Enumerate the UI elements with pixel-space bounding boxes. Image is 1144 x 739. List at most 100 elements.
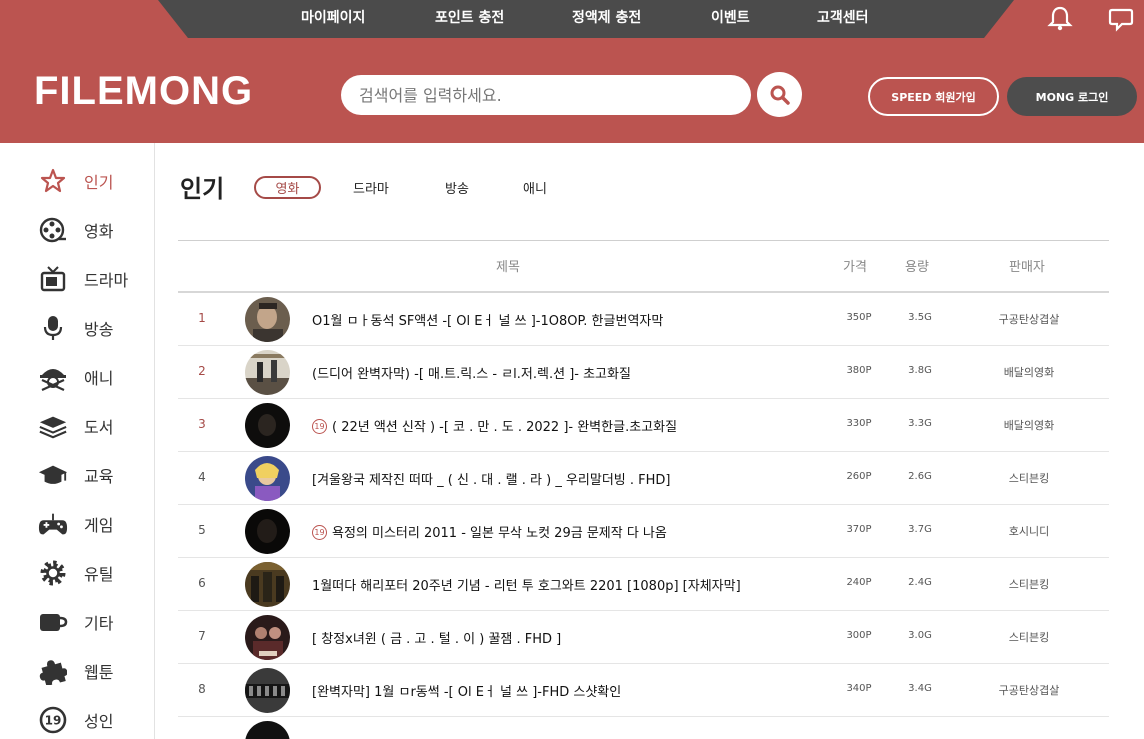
nav-customer-center[interactable]: 고객센터 [817, 7, 869, 27]
tab-broadcast[interactable]: 방송 [445, 176, 469, 199]
tab-movie[interactable]: 영화 [254, 176, 321, 199]
price: 260P [846, 471, 872, 482]
cup-icon [38, 607, 68, 637]
header: 마이페이지 포인트 충전 정액제 충전 이벤트 고객센터 FILEMONG SP… [0, 0, 1144, 143]
table-row[interactable]: 6 1월떠다 해리포터 20주년 기념 - 리턴 투 호그와트 2201 [10… [178, 558, 1109, 611]
sidebar-item-movie[interactable]: 영화 [38, 213, 148, 247]
seller[interactable]: 구공탄상겹살 [973, 311, 1085, 327]
file-title[interactable]: 1월떠다 해리포터 20주년 기념 - 리턴 투 호그와트 2201 [1080… [312, 575, 741, 594]
nav-plan-charge[interactable]: 정액제 충전 [572, 7, 641, 27]
rank: 2 [198, 364, 206, 378]
mong-login-button[interactable]: MONG 로그인 [1007, 77, 1137, 116]
table-row[interactable]: 5 19 욕정의 미스터리 2011 - 일본 무삭 노컷 29금 문제작 다 나… [178, 505, 1109, 558]
price: 240P [846, 577, 872, 588]
graduation-cap-icon [38, 460, 68, 490]
rank: 4 [198, 470, 206, 484]
gamepad-icon [38, 509, 68, 539]
file-size: 2.6G [908, 471, 932, 482]
sidebar-item-label: 성인 [84, 712, 114, 731]
puzzle-icon [38, 656, 68, 686]
table-row[interactable]: 1 O1월 ㅁㅏ동석 SF액션 -[ Ol Eㅓ 널 쓰 ]-1O8OP. 한글… [178, 293, 1109, 346]
sidebar-item-books[interactable]: 도서 [38, 409, 148, 443]
tab-anime[interactable]: 애니 [523, 176, 547, 199]
search-button[interactable] [757, 72, 802, 117]
table-row[interactable]: 7 [ 창정x녀윈 ( 금 . 고 . 털 . 이 ) 꿀잼 . FHD ] 3… [178, 611, 1109, 664]
sidebar-item-education[interactable]: 교육 [38, 458, 148, 492]
table-top-border [178, 240, 1109, 241]
file-size: 3.5G [908, 312, 932, 323]
sidebar-item-webtoon[interactable]: 웹툰 [38, 654, 148, 688]
table-row[interactable]: 8 [완벽자막] 1월 ㅁr동썩 -[ Ol Eㅓ 널 쓰 ]-FHD 스샷확인… [178, 664, 1109, 717]
tv-icon [38, 264, 68, 294]
seller[interactable]: 배달의영화 [973, 417, 1085, 433]
microphone-icon [38, 313, 68, 343]
price: 340P [846, 683, 872, 694]
file-size: 3.7G [908, 524, 932, 535]
file-size: 3.0G [908, 630, 932, 641]
tab-drama[interactable]: 드라마 [353, 176, 389, 199]
search-input[interactable] [341, 75, 751, 115]
nav-event[interactable]: 이벤트 [711, 7, 750, 27]
seller[interactable]: 호시니디 [973, 523, 1085, 539]
rank: 8 [198, 682, 206, 696]
sidebar-item-label: 유틸 [84, 565, 114, 584]
file-title[interactable]: [ 창정x녀윈 ( 금 . 고 . 털 . 이 ) 꿀잼 . FHD ] [312, 628, 561, 647]
file-title[interactable]: (드디어 완벽자막) -[ 매.트.릭.스 - ㄹl.저.렉.션 ]- 초고화질 [312, 363, 631, 382]
sidebar-item-anime[interactable]: 애니 [38, 360, 148, 394]
sidebar-item-label: 교육 [84, 467, 114, 486]
thumbnail [245, 403, 290, 448]
sidebar-item-label: 드라마 [84, 271, 129, 290]
sidebar-item-drama[interactable]: 드라마 [38, 262, 148, 296]
seller[interactable]: 스티븐킹 [973, 470, 1085, 486]
page-title: 인기 [180, 175, 225, 203]
file-title[interactable]: 19 욕정의 미스터리 2011 - 일본 무삭 노컷 29금 문제작 다 나옴 [312, 522, 667, 541]
sidebar-item-etc[interactable]: 기타 [38, 605, 148, 639]
rank: 7 [198, 629, 206, 643]
thumbnail [245, 562, 290, 607]
filemong-logo[interactable]: FILEMONG [34, 69, 253, 114]
seller[interactable]: 구공탄상겹살 [973, 682, 1085, 698]
books-icon [38, 411, 68, 441]
file-title[interactable]: 19( 22년 액션 신작 ) -[ 코 . 만 . 도 . 2022 ]- 완… [312, 416, 677, 435]
file-size: 3.3G [908, 418, 932, 429]
rank: 6 [198, 576, 206, 590]
table-row[interactable]: 4 [겨울왕국 제작진 떠따 _ ( 신 . 대 . 랠 . 라 ) _ 우리말… [178, 452, 1109, 505]
thumbnail [245, 509, 290, 554]
price: 350P [846, 312, 872, 323]
sidebar-item-adult[interactable]: 19 성인 [38, 703, 148, 737]
sidebar-item-popular[interactable]: 인기 [38, 164, 148, 198]
price: 300P [846, 630, 872, 641]
table-row[interactable]: 3 19( 22년 액션 신작 ) -[ 코 . 만 . 도 . 2022 ]-… [178, 399, 1109, 452]
star-icon [38, 166, 68, 196]
adult-19-icon: 19 [312, 419, 327, 434]
thumbnail [245, 721, 290, 739]
film-reel-icon [38, 215, 68, 245]
file-title[interactable]: [완벽자막] 1월 ㅁr동썩 -[ Ol Eㅓ 널 쓰 ]-FHD 스샷확인 [312, 681, 621, 700]
seller[interactable]: 스티븐킹 [973, 576, 1085, 592]
table-row[interactable] [178, 717, 1109, 739]
sidebar-item-game[interactable]: 게임 [38, 507, 148, 541]
seller[interactable]: 배달의영화 [973, 364, 1085, 380]
table-row[interactable]: 2 (드디어 완벽자막) -[ 매.트.릭.스 - ㄹl.저.렉.션 ]- 초고… [178, 346, 1109, 399]
pirate-icon [38, 362, 68, 392]
adult-19-icon: 19 [312, 525, 327, 540]
nav-point-charge[interactable]: 포인트 충전 [435, 7, 504, 27]
rank: 5 [198, 523, 206, 537]
rank: 3 [198, 417, 206, 431]
bell-icon[interactable] [1046, 4, 1074, 32]
sidebar-item-utility[interactable]: 유틸 [38, 556, 148, 590]
chat-bubble-icon[interactable] [1107, 4, 1135, 32]
thumbnail [245, 297, 290, 342]
file-title[interactable]: [겨울왕국 제작진 떠따 _ ( 신 . 대 . 랠 . 라 ) _ 우리말더빙… [312, 469, 670, 488]
nav-mypage[interactable]: 마이페이지 [301, 7, 365, 27]
thumbnail [245, 668, 290, 713]
column-header-price: 가격 [843, 260, 867, 275]
gear-icon [38, 558, 68, 588]
file-title[interactable]: O1월 ㅁㅏ동석 SF액션 -[ Ol Eㅓ 널 쓰 ]-1O8OP. 한글번역… [312, 310, 663, 329]
file-size: 3.4G [908, 683, 932, 694]
seller[interactable]: 스티븐킹 [973, 629, 1085, 645]
sidebar-item-broadcast[interactable]: 방송 [38, 311, 148, 345]
adult-19-icon: 19 [38, 705, 68, 735]
price: 380P [846, 365, 872, 376]
speed-signup-button[interactable]: SPEED 회원가입 [868, 77, 999, 116]
